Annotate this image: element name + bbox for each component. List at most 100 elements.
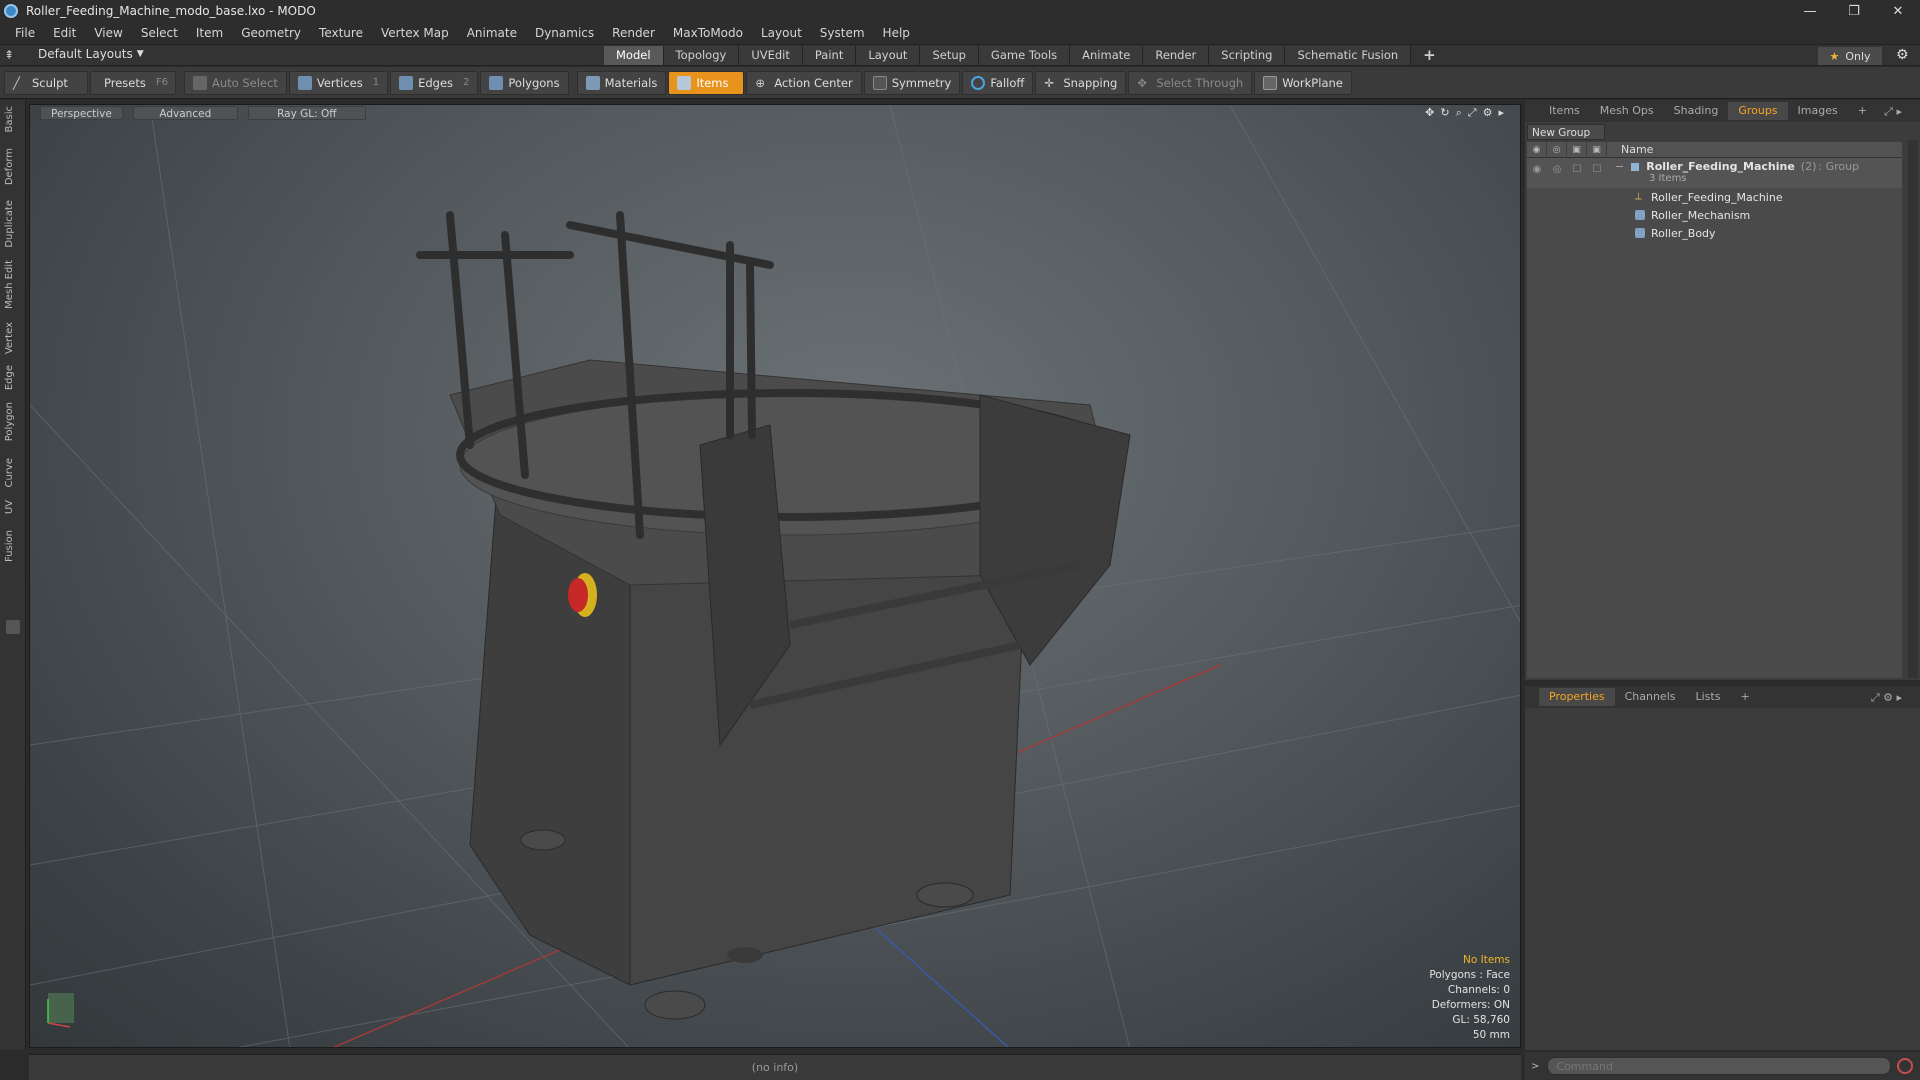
materials-button[interactable]: Materials: [576, 70, 667, 95]
view-mode-dropdown[interactable]: Perspective: [40, 106, 123, 120]
only-toggle[interactable]: ★ Only: [1818, 47, 1882, 65]
sculpt-button[interactable]: ╱ Sculpt: [4, 70, 88, 95]
tab-schematic-fusion[interactable]: Schematic Fusion: [1285, 46, 1412, 65]
auto-select-button[interactable]: Auto Select: [184, 70, 287, 95]
tool-tab-basic[interactable]: Basic: [4, 106, 22, 132]
minimize-button[interactable]: —: [1788, 0, 1832, 22]
action-center-button[interactable]: ⊕ Action Center: [746, 70, 862, 95]
strip-toggle-icon[interactable]: [6, 620, 20, 634]
menu-select[interactable]: Select: [132, 26, 187, 40]
select-icon[interactable]: ▣: [1587, 141, 1607, 158]
tool-tab-deform[interactable]: Deform: [4, 148, 22, 185]
add-panel-tab-icon[interactable]: +: [1848, 102, 1877, 120]
lock-icon[interactable]: ◎: [1547, 141, 1567, 158]
collapse-icon[interactable]: −: [1615, 160, 1624, 173]
tab-topology[interactable]: Topology: [663, 46, 740, 65]
menu-animate[interactable]: Animate: [458, 26, 526, 40]
visibility-icon[interactable]: ◉: [1527, 160, 1547, 178]
menu-item[interactable]: Item: [187, 26, 232, 40]
tab-uvedit[interactable]: UVEdit: [739, 46, 803, 65]
viewport-menu-icon[interactable]: ▸: [1498, 106, 1504, 120]
list-item[interactable]: Roller_Mechanism: [1527, 206, 1902, 224]
list-item[interactable]: Roller_Body: [1527, 224, 1902, 242]
tool-tab-fusion[interactable]: Fusion: [4, 530, 22, 562]
menu-dynamics[interactable]: Dynamics: [526, 26, 603, 40]
tab-properties[interactable]: Properties: [1539, 688, 1615, 706]
menu-geometry[interactable]: Geometry: [232, 26, 310, 40]
pan-icon[interactable]: ✥: [1425, 106, 1434, 120]
list-item[interactable]: ⟂ Roller_Feeding_Machine: [1527, 188, 1902, 206]
tool-tab-curve[interactable]: Curve: [4, 458, 22, 488]
symmetry-button[interactable]: Symmetry: [863, 70, 961, 95]
menu-vertex-map[interactable]: Vertex Map: [372, 26, 458, 40]
workplane-button[interactable]: WorkPlane: [1254, 70, 1352, 95]
tab-render[interactable]: Render: [1143, 46, 1210, 65]
shading-dropdown[interactable]: Advanced: [132, 106, 238, 120]
expand-icon[interactable]: ⤢ ▸: [1874, 103, 1912, 121]
presets-button[interactable]: Presets F6: [90, 70, 176, 95]
menu-file[interactable]: File: [6, 26, 44, 40]
tab-animate[interactable]: Animate: [1070, 46, 1144, 65]
tab-lists[interactable]: Lists: [1686, 688, 1731, 706]
menu-edit[interactable]: Edit: [44, 26, 85, 40]
3d-viewport[interactable]: Perspective Advanced Ray GL: Off ✥ ↻ ⌕ ⤢…: [29, 104, 1521, 1048]
lock-toggle-icon[interactable]: ◎: [1547, 160, 1567, 178]
add-tab-icon[interactable]: +: [1411, 46, 1448, 65]
items-button[interactable]: Items: [668, 70, 745, 95]
tab-groups[interactable]: Groups: [1728, 102, 1788, 120]
tool-tab-polygon[interactable]: Polygon: [4, 402, 22, 441]
command-arrow-icon[interactable]: >: [1531, 1061, 1539, 1072]
menu-maxtomodo[interactable]: MaxToModo: [664, 26, 752, 40]
maximize-icon[interactable]: ⤢: [1468, 106, 1477, 120]
group-row[interactable]: ◉ ◎ ☐ ☐ − Roller_Feeding_Machine (2): Group 3…: [1527, 158, 1902, 188]
falloff-button[interactable]: Falloff: [962, 70, 1034, 95]
raygl-toggle[interactable]: Ray GL: Off: [247, 106, 366, 120]
viewport-settings-icon[interactable]: ⚙: [1483, 106, 1493, 120]
polygons-button[interactable]: Polygons: [480, 70, 569, 95]
menu-texture[interactable]: Texture: [310, 26, 372, 40]
tab-paint[interactable]: Paint: [802, 46, 857, 65]
tool-tab-uv[interactable]: UV: [4, 500, 22, 514]
render-toggle-icon[interactable]: ☐: [1567, 160, 1587, 178]
render-icon[interactable]: ▣: [1567, 141, 1587, 158]
menu-render[interactable]: Render: [603, 26, 664, 40]
tab-model[interactable]: Model: [604, 46, 664, 65]
gear-icon[interactable]: ⚙: [1896, 47, 1909, 63]
tab-shading[interactable]: Shading: [1664, 102, 1729, 120]
tool-tab-vertex[interactable]: Vertex: [4, 322, 22, 354]
tab-mesh-ops[interactable]: Mesh Ops: [1590, 102, 1664, 120]
tool-tab-duplicate[interactable]: Duplicate: [4, 200, 22, 248]
scrollbar[interactable]: [1908, 140, 1918, 678]
tab-layout[interactable]: Layout: [856, 46, 921, 65]
menu-layout[interactable]: Layout: [752, 26, 811, 40]
vertices-button[interactable]: Vertices 1: [288, 70, 389, 95]
menu-help[interactable]: Help: [874, 26, 919, 40]
name-column-header[interactable]: Name: [1607, 143, 1653, 156]
tab-items[interactable]: Items: [1539, 102, 1590, 120]
edges-button[interactable]: Edges 2: [390, 70, 479, 95]
tool-tab-edge[interactable]: Edge: [4, 365, 22, 390]
zoom-icon[interactable]: ⌕: [1456, 106, 1462, 120]
close-button[interactable]: ✕: [1876, 0, 1920, 22]
snapping-button[interactable]: ✛ Snapping: [1035, 70, 1127, 95]
command-input[interactable]: [1547, 1057, 1892, 1075]
restore-button[interactable]: ❐: [1832, 0, 1876, 22]
tab-setup[interactable]: Setup: [920, 46, 979, 65]
record-icon[interactable]: [1897, 1058, 1914, 1074]
tab-channels[interactable]: Channels: [1615, 688, 1686, 706]
add-properties-tab-icon[interactable]: +: [1730, 688, 1759, 706]
layout-selector[interactable]: Default Layouts ▼: [38, 47, 144, 61]
tool-tab-mesh-edit[interactable]: Mesh Edit: [4, 260, 22, 309]
tab-scripting[interactable]: Scripting: [1209, 46, 1286, 65]
tab-game-tools[interactable]: Game Tools: [978, 46, 1071, 65]
eye-icon[interactable]: ◉: [1527, 141, 1547, 158]
select-through-button[interactable]: ✥ Select Through: [1128, 70, 1253, 95]
new-group-button[interactable]: New Group: [1527, 124, 1605, 140]
select-toggle-icon[interactable]: ☐: [1587, 160, 1607, 178]
rotate-icon[interactable]: ↻: [1440, 106, 1449, 120]
menu-system[interactable]: System: [811, 26, 874, 40]
tab-images[interactable]: Images: [1788, 102, 1848, 120]
menu-view[interactable]: View: [85, 26, 131, 40]
layout-toggle-icon[interactable]: ⇞: [4, 48, 14, 62]
properties-expand-icon[interactable]: ⤢ ⚙ ▸: [1861, 689, 1912, 707]
